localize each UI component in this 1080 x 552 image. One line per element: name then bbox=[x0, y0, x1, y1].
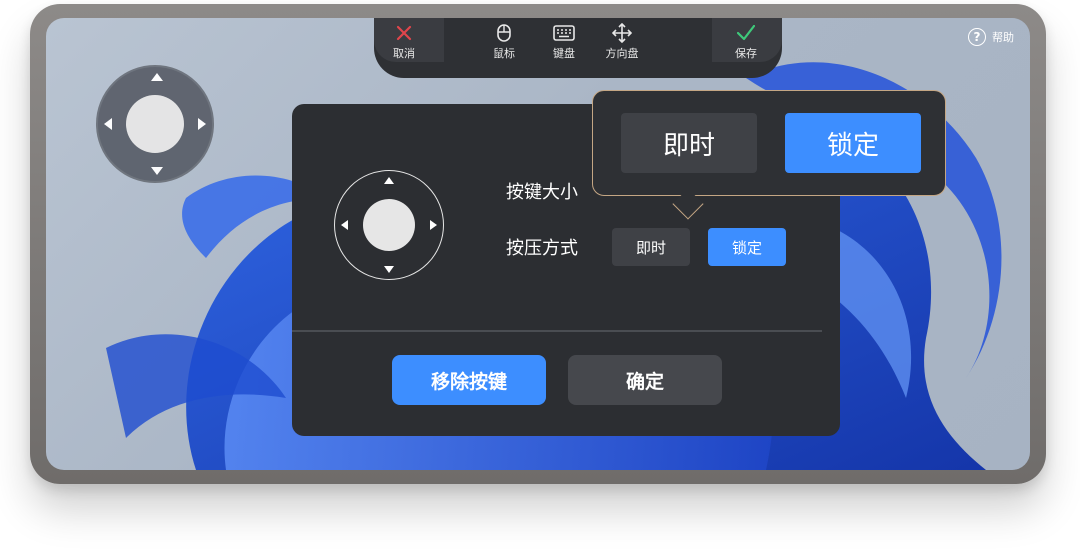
mouse-label: 鼠标 bbox=[493, 47, 515, 60]
keyboard-icon bbox=[534, 22, 594, 44]
cancel-label: 取消 bbox=[393, 47, 415, 60]
joystick-preview-knob bbox=[363, 199, 415, 251]
press-mode-label: 按压方式 bbox=[506, 238, 578, 259]
save-label: 保存 bbox=[735, 47, 757, 60]
popover-lock-option[interactable]: 锁定 bbox=[785, 113, 921, 173]
mouse-icon bbox=[474, 22, 534, 44]
checkmark-icon bbox=[716, 22, 776, 44]
press-mode-instant-button[interactable]: 即时 bbox=[612, 228, 690, 266]
arrow-up-icon bbox=[151, 73, 163, 81]
arrow-down-icon bbox=[384, 266, 394, 273]
save-button[interactable]: 保存 bbox=[716, 22, 776, 61]
help-button[interactable]: ? 帮助 bbox=[968, 28, 1014, 46]
screen: 取消 鼠标 键盘 方向盘 保存 ? 帮助 按键大小 按压方式 即时 锁定 移除按… bbox=[46, 18, 1030, 470]
help-label: 帮助 bbox=[992, 31, 1014, 44]
mouse-button[interactable]: 鼠标 bbox=[474, 22, 534, 61]
device-frame: 取消 鼠标 键盘 方向盘 保存 ? 帮助 按键大小 按压方式 即时 锁定 移除按… bbox=[30, 4, 1046, 484]
arrow-right-icon bbox=[430, 220, 437, 230]
key-size-label: 按键大小 bbox=[506, 182, 578, 203]
move-arrows-icon bbox=[592, 22, 652, 44]
arrow-left-icon bbox=[104, 118, 112, 130]
help-icon: ? bbox=[968, 28, 986, 46]
top-toolbar: 取消 鼠标 键盘 方向盘 保存 bbox=[374, 18, 782, 78]
joystick-preview bbox=[334, 170, 444, 280]
dialog-divider bbox=[292, 330, 822, 332]
arrow-left-icon bbox=[341, 220, 348, 230]
popover-instant-option[interactable]: 即时 bbox=[621, 113, 757, 173]
keyboard-button[interactable]: 键盘 bbox=[534, 22, 594, 61]
keyboard-label: 键盘 bbox=[553, 47, 575, 60]
remove-key-button[interactable]: 移除按键 bbox=[392, 355, 546, 405]
arrow-right-icon bbox=[198, 118, 206, 130]
joystick-control[interactable] bbox=[96, 65, 214, 183]
close-icon bbox=[374, 22, 434, 44]
arrow-down-icon bbox=[151, 167, 163, 175]
cancel-button[interactable]: 取消 bbox=[374, 22, 434, 61]
press-mode-popover: 即时 锁定 bbox=[592, 90, 946, 220]
arrow-up-icon bbox=[384, 177, 394, 184]
joystick-knob[interactable] bbox=[126, 95, 184, 153]
press-mode-lock-button[interactable]: 锁定 bbox=[708, 228, 786, 266]
dpad-label: 方向盘 bbox=[605, 47, 639, 60]
confirm-button[interactable]: 确定 bbox=[568, 355, 722, 405]
dpad-button[interactable]: 方向盘 bbox=[592, 22, 652, 61]
